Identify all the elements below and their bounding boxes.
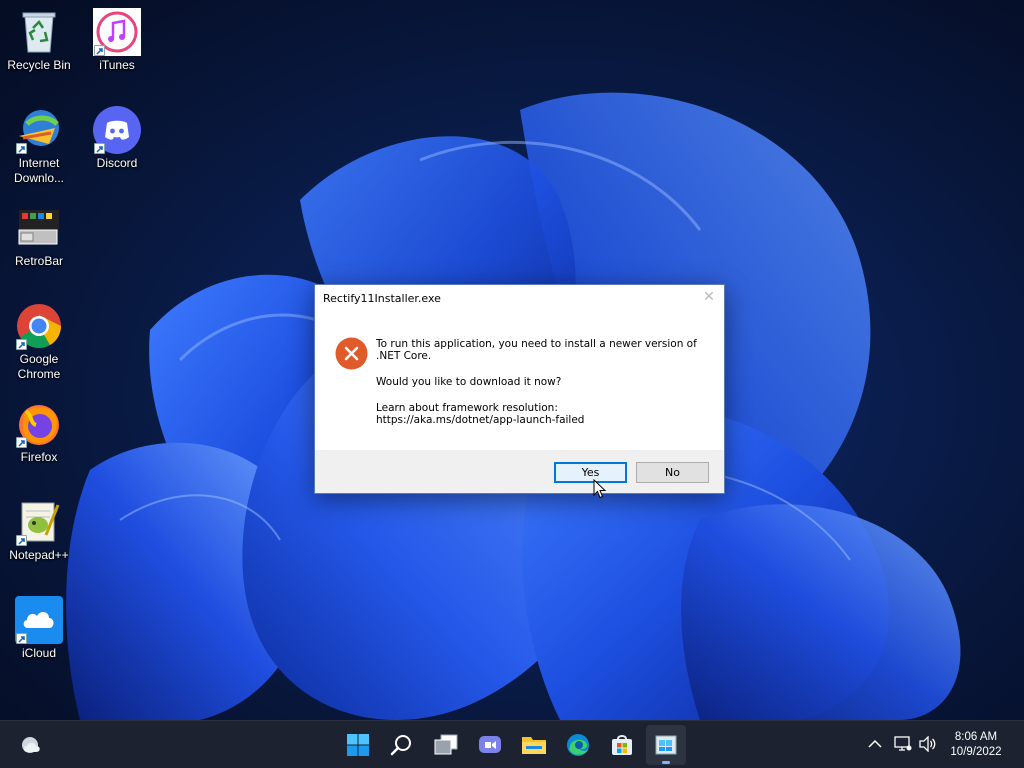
desktop-icon-label: Firefox [20,450,58,464]
clock-time: 8:06 AM [954,731,998,743]
shortcut-arrow-icon [16,339,27,350]
retrobar-icon [15,204,63,252]
error-dialog: Rectify11Installer.exe ✕ To run this app… [314,284,725,494]
store-button[interactable] [602,725,642,765]
desktop-icon-label: Google Chrome [17,352,61,381]
chevron-up-icon [868,739,882,748]
dialog-message: To run this application, you need to ins… [376,338,706,426]
dialog-titlebar[interactable]: Rectify11Installer.exe ✕ [315,285,724,313]
volume-button[interactable] [917,733,939,755]
internet-download-manager-icon [15,106,63,154]
desktop-icon-internet-download-manager[interactable]: Internet Downlo... [0,106,79,186]
notepadpp-icon [15,498,63,546]
shortcut-arrow-icon [16,143,27,154]
clock[interactable]: 8:06 AM 10/9/2022 [946,730,1006,760]
shortcut-arrow-icon [16,535,27,546]
chrome-icon [15,302,63,350]
shortcut-arrow-icon [94,45,105,56]
folder-icon [522,737,546,754]
icloud-icon [15,596,63,644]
show-hidden-icons-button[interactable] [864,733,886,755]
desktop-icon-label: Recycle Bin [7,58,71,72]
desktop-icon-discord[interactable]: Discord [77,106,157,171]
desktop-icon-label: Internet Downlo... [13,156,65,185]
windows-start-icon [347,734,369,756]
chat-icon [479,736,501,753]
desktop-icon-icloud[interactable]: iCloud [0,596,79,661]
discord-icon [93,106,141,154]
weather-cloud-icon [22,737,40,753]
shortcut-arrow-icon [94,143,105,154]
desktop-icon-google-chrome[interactable]: Google Chrome [0,302,79,382]
itunes-icon [93,8,141,56]
dialog-question: Would you like to download it now? [376,376,562,388]
recycle-bin-icon [15,8,63,56]
dialog-learn-label: Learn about framework resolution: [376,402,558,414]
installer-icon [655,735,677,755]
desktop-icon-label: iTunes [99,58,135,72]
dialog-footer: Yes No [315,450,724,493]
dialog-learn-url: https://aka.ms/dotnet/app-launch-failed [376,414,585,426]
desktop-icon-label: iCloud [21,646,57,660]
shortcut-arrow-icon [16,437,27,448]
desktop-icon-notepadpp[interactable]: Notepad++ [0,498,79,563]
error-icon [335,337,368,370]
dialog-body: To run this application, you need to ins… [315,313,724,451]
task-view-button[interactable] [426,725,466,765]
start-button[interactable] [338,725,378,765]
file-explorer-button[interactable] [514,725,554,765]
store-icon [612,735,632,755]
search-button[interactable] [382,725,422,765]
dialog-message-text: To run this application, you need to ins… [376,338,697,362]
edge-icon [567,734,589,756]
yes-button[interactable]: Yes [554,462,627,483]
desktop-icon-label: RetroBar [14,254,64,268]
network-wired-icon [894,736,912,751]
search-icon [390,735,411,756]
task-view-icon [434,734,458,755]
clock-date: 10/9/2022 [950,746,1002,758]
network-button[interactable] [892,733,914,755]
shortcut-arrow-icon [16,633,27,644]
desktop-icon-label: Notepad++ [9,548,69,562]
rectify11-installer-button[interactable] [646,725,686,765]
desktop-icon-recycle-bin[interactable]: Recycle Bin [0,8,79,73]
volume-icon [919,736,936,752]
taskbar: 8:06 AM 10/9/2022 [0,720,1024,768]
edge-button[interactable] [558,725,598,765]
firefox-icon [15,400,63,448]
chat-button[interactable] [470,725,510,765]
desktop-icon-firefox[interactable]: Firefox [0,400,79,465]
desktop-icon-itunes[interactable]: iTunes [77,8,157,73]
desktop-icon-retrobar[interactable]: RetroBar [0,204,79,269]
mouse-cursor-icon [593,479,607,499]
desktop-icon-label: Discord [96,156,138,170]
close-icon[interactable]: ✕ [702,289,716,305]
widgets-button[interactable] [12,725,52,765]
no-button[interactable]: No [636,462,709,483]
dialog-title: Rectify11Installer.exe [323,292,441,305]
